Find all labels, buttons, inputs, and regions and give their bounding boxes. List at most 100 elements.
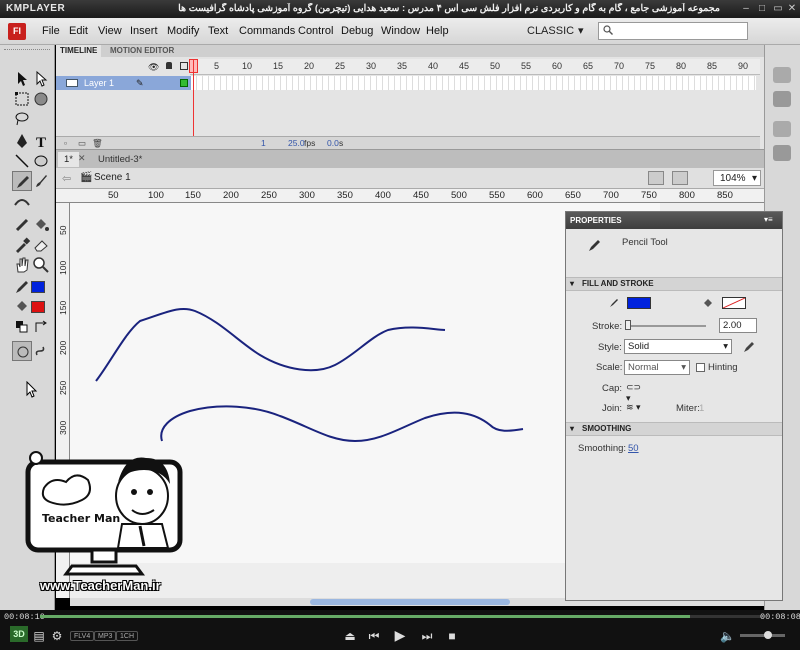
maximize-icon[interactable]: □ (756, 3, 768, 14)
stroke-width-input[interactable]: 2.00 (719, 318, 757, 333)
menu-window[interactable]: Window (381, 25, 420, 37)
pencil-tool-icon[interactable] (12, 171, 32, 191)
restore-icon[interactable]: ▭ (772, 3, 784, 14)
close-tab-icon[interactable]: ✕ (78, 153, 86, 164)
close-icon[interactable]: ✕ (786, 3, 798, 14)
join-select[interactable]: ≋ ▾ (626, 402, 648, 414)
volume-slider[interactable] (740, 631, 785, 639)
zoom-select[interactable]: 104% ▾ (713, 170, 761, 186)
fill-and-stroke-section[interactable]: ▾ FILL AND STROKE (566, 277, 782, 291)
zoom-tool-icon[interactable] (31, 255, 51, 275)
ruler-label: 650 (565, 190, 581, 201)
pencil-mode-icon[interactable] (31, 341, 51, 361)
selection-tool-icon[interactable] (12, 69, 32, 89)
swatches-panel-icon[interactable] (773, 91, 791, 107)
eye-icon[interactable]: 👁 (148, 62, 159, 73)
new-folder-icon[interactable]: ▭ (78, 138, 86, 149)
stroke-color-swatch[interactable] (627, 297, 651, 309)
seek-bar[interactable] (40, 615, 764, 618)
edit-symbol-icon[interactable] (672, 171, 688, 185)
delete-layer-icon[interactable]: 🗑 (92, 138, 103, 149)
eraser-icon[interactable] (31, 235, 51, 255)
stroke-color-swatch[interactable] (31, 281, 45, 293)
ruler-label: 300 (58, 420, 68, 435)
settings-icon[interactable]: ⚙ (50, 629, 64, 643)
stroke-slider-track[interactable] (626, 325, 706, 327)
hand-tool-icon[interactable] (12, 255, 32, 275)
text-tool-icon[interactable]: T (31, 131, 51, 151)
minimize-icon[interactable]: – (740, 3, 752, 14)
panel-menu-icon[interactable]: ▾≡ (764, 215, 773, 224)
fill-color-swatch[interactable] (31, 301, 45, 313)
layer-frames[interactable] (191, 76, 756, 90)
tab-timeline[interactable]: TIMELINE (56, 45, 102, 57)
cap-select[interactable]: ⊂⊃ ▾ (626, 382, 648, 403)
line-tool-icon[interactable] (12, 151, 32, 171)
play-icon[interactable]: ▶ (393, 627, 407, 644)
menu-text[interactable]: Text (208, 25, 228, 37)
eyedropper-icon[interactable] (12, 235, 32, 255)
next-icon[interactable]: ⏭ (420, 629, 434, 644)
edit-stroke-style-icon[interactable] (742, 340, 756, 357)
playlist-icon[interactable]: ▤ (32, 629, 46, 643)
scene-name[interactable]: Scene 1 (94, 172, 131, 183)
scale-select[interactable]: Normal ▾ (624, 360, 690, 375)
new-layer-icon[interactable]: ▫ (64, 138, 67, 148)
previous-icon[interactable]: ⏮ (367, 629, 381, 644)
tab-document-1[interactable]: 1* (58, 152, 79, 167)
bone-tool-icon[interactable] (12, 215, 32, 235)
stop-icon[interactable]: ■ (445, 629, 459, 643)
format-badge: FLV4 (70, 631, 95, 641)
oval-tool-icon[interactable] (31, 151, 51, 171)
align-panel-icon[interactable] (773, 121, 791, 137)
hinting-checkbox[interactable] (696, 363, 705, 372)
style-select[interactable]: Solid ▾ (624, 339, 732, 354)
free-transform-tool-icon[interactable] (12, 89, 32, 109)
menu-edit[interactable]: Edit (69, 25, 88, 37)
info-panel-icon[interactable] (773, 145, 791, 161)
black-white-icon[interactable] (12, 317, 32, 337)
workspace-switcher[interactable]: CLASSIC ▾ (522, 22, 592, 41)
back-arrow-icon[interactable]: ⇦ (62, 172, 71, 185)
3d-rotation-tool-icon[interactable] (31, 89, 51, 109)
outline-icon[interactable] (180, 62, 188, 70)
menu-view[interactable]: View (98, 25, 122, 37)
menu-insert[interactable]: Insert (130, 25, 158, 37)
3d-button[interactable]: 3D (10, 626, 28, 642)
volume-icon[interactable]: 🔈 (720, 629, 735, 643)
miter-value[interactable]: 1 (699, 403, 704, 414)
scrollbar-thumb[interactable] (310, 599, 510, 605)
smoothing-section[interactable]: ▾ SMOOTHING (566, 422, 782, 436)
paint-bucket-icon[interactable] (31, 215, 51, 235)
ruler-label: 250 (58, 380, 68, 395)
menu-bar: Fl File Edit View Insert Modify Text Com… (0, 18, 800, 45)
menu-control[interactable]: Control (298, 25, 333, 37)
subselection-tool-icon[interactable] (31, 69, 51, 89)
volume-thumb[interactable] (764, 631, 772, 639)
menu-commands[interactable]: Commands (239, 25, 295, 37)
layer-row[interactable]: Layer 1 ✎ (56, 76, 760, 90)
brush-tool-icon[interactable] (31, 171, 51, 191)
smoothing-value[interactable]: 50 (628, 443, 639, 454)
swap-colors-icon[interactable] (31, 317, 51, 337)
tab-motion-editor[interactable]: MOTION EDITOR (106, 45, 178, 57)
panel-grip[interactable] (4, 49, 50, 52)
menu-debug[interactable]: Debug (341, 25, 373, 37)
edit-scene-icon[interactable] (648, 171, 664, 185)
fill-color-swatch[interactable] (722, 297, 746, 309)
pen-tool-icon[interactable] (12, 131, 32, 151)
frame-rate[interactable]: 25.0 (288, 138, 305, 148)
layer-outline-color[interactable] (180, 79, 188, 87)
object-drawing-icon[interactable] (12, 341, 32, 361)
stroke-slider-thumb[interactable] (625, 320, 631, 330)
deco-tool-icon[interactable] (12, 191, 32, 211)
help-search-input[interactable] (598, 22, 748, 40)
lasso-tool-icon[interactable] (12, 109, 32, 129)
eject-icon[interactable]: ⏏ (343, 629, 357, 643)
menu-help[interactable]: Help (426, 25, 449, 37)
lock-icon[interactable] (166, 62, 172, 69)
menu-file[interactable]: File (42, 25, 60, 37)
tab-document-untitled[interactable]: Untitled-3* (92, 152, 148, 167)
menu-modify[interactable]: Modify (167, 25, 199, 37)
color-panel-icon[interactable] (773, 67, 791, 83)
